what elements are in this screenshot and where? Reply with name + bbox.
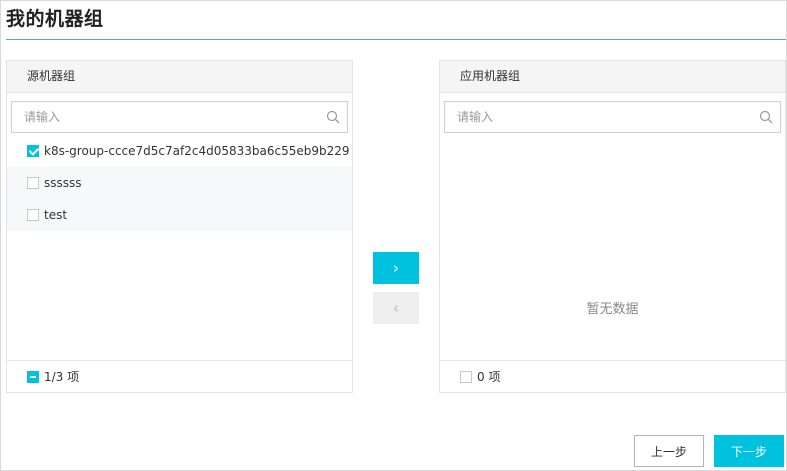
chevron-left-icon: ‹: [393, 299, 399, 317]
source-search-box: [11, 101, 348, 133]
move-left-button[interactable]: ‹: [373, 292, 419, 324]
select-all-checkbox[interactable]: [27, 370, 39, 383]
list-item-label: test: [44, 208, 68, 222]
target-panel-footer: 0 项: [440, 360, 785, 392]
source-panel-footer: 1/3 项: [7, 360, 352, 392]
list-item-label: k8s-group-ccce7d5c7af2c4d05833ba6c55eb9b…: [44, 144, 350, 158]
source-list: k8s-group-ccce7d5c7af2c4d05833ba6c55eb9b…: [7, 135, 352, 231]
list-item[interactable]: test: [7, 199, 352, 231]
list-item-label: ssssss: [44, 176, 82, 190]
title-divider: [6, 39, 786, 40]
target-panel-header: 应用机器组: [440, 61, 785, 93]
source-search-input[interactable]: [12, 102, 312, 132]
move-right-button[interactable]: ›: [373, 252, 419, 284]
source-count: 1/3 项: [44, 370, 80, 384]
page-title: 我的机器组: [6, 8, 104, 30]
target-panel: 应用机器组 暂无数据 0 项: [439, 60, 786, 393]
target-count: 0 项: [477, 370, 501, 384]
source-panel-header: 源机器组: [7, 61, 352, 93]
select-all-checkbox[interactable]: [460, 370, 472, 383]
prev-step-button[interactable]: 上一步: [634, 435, 704, 467]
chevron-right-icon: ›: [393, 259, 399, 277]
empty-state-text: 暂无数据: [586, 302, 639, 317]
list-item[interactable]: ssssss: [7, 167, 352, 199]
target-search-box: [444, 101, 781, 133]
next-step-button[interactable]: 下一步: [714, 435, 784, 467]
item-checkbox[interactable]: [27, 145, 39, 157]
target-search-input[interactable]: [445, 102, 745, 132]
item-checkbox[interactable]: [27, 209, 39, 221]
source-panel: 源机器组 k8s-group-ccce7d5c7af2c4d05833ba6c5…: [6, 60, 353, 393]
list-item[interactable]: k8s-group-ccce7d5c7af2c4d05833ba6c55eb9b…: [7, 135, 352, 167]
item-checkbox[interactable]: [27, 177, 39, 189]
search-icon[interactable]: [326, 110, 340, 124]
search-icon[interactable]: [759, 110, 773, 124]
